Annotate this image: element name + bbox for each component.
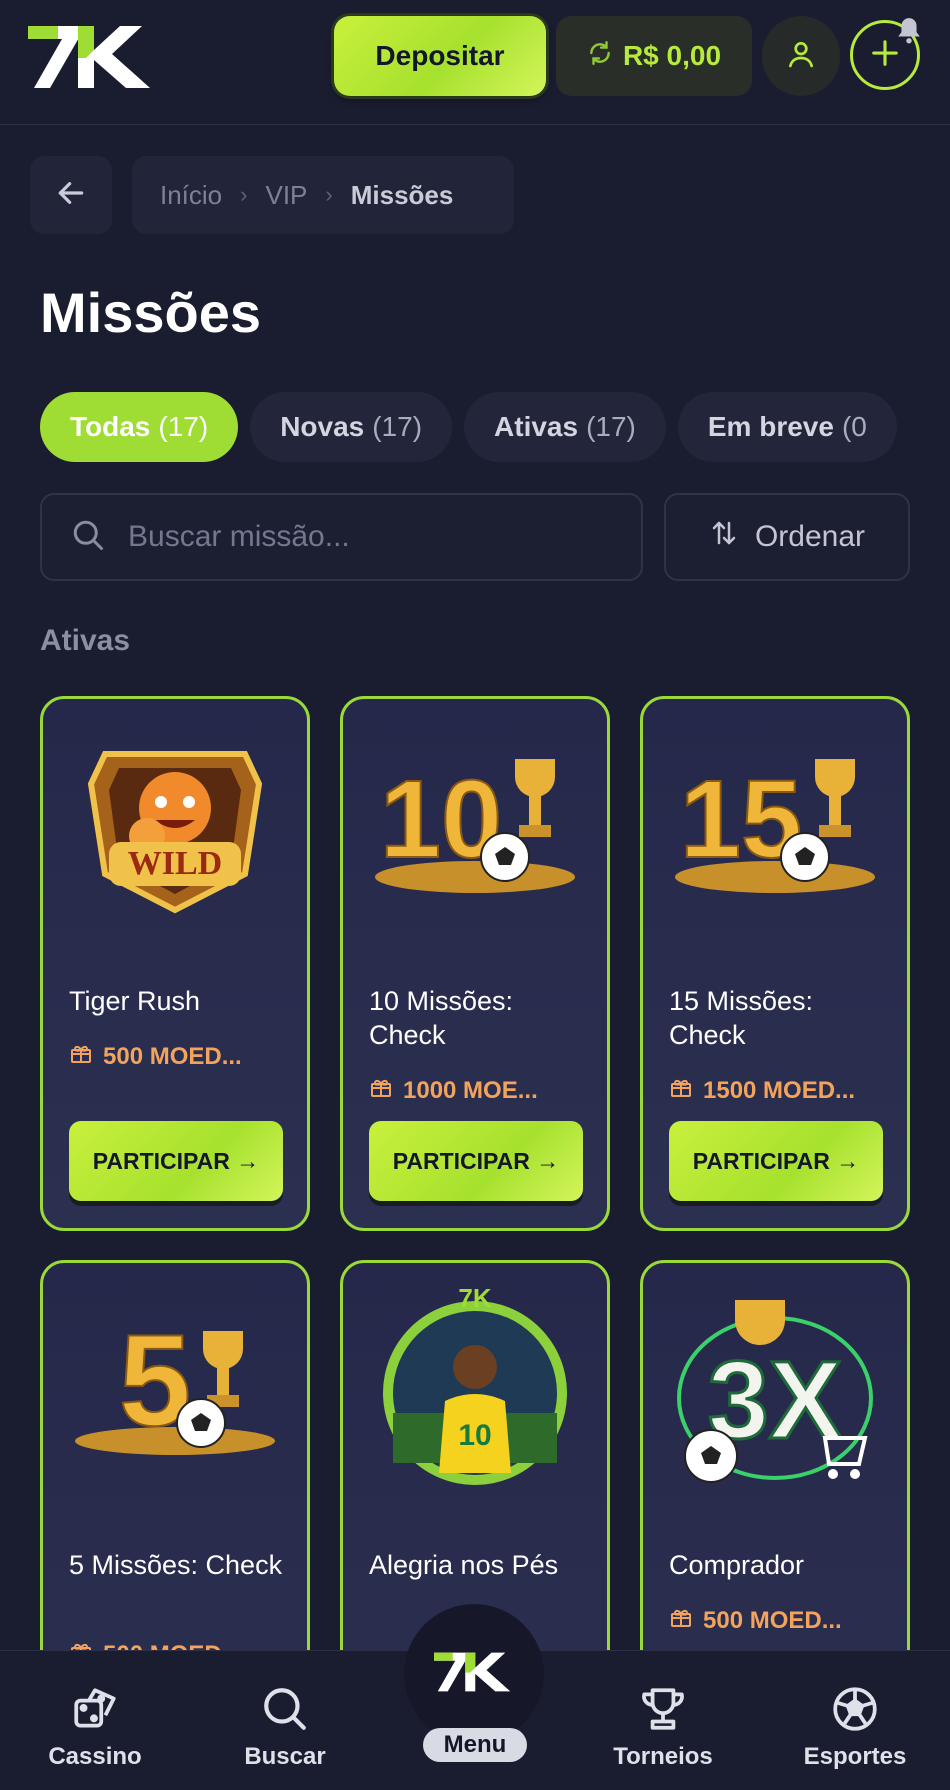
arrow-left-icon	[55, 177, 87, 214]
nav-torneios[interactable]: Torneios	[588, 1681, 738, 1771]
chevron-right-icon: ›	[325, 182, 333, 207]
menu-button[interactable]	[404, 1604, 544, 1744]
mission-title: 15 Missões: Check	[669, 986, 814, 1050]
balance-button[interactable]: R$ 0,00	[556, 16, 752, 96]
reward-text: 500 MOED...	[703, 1606, 842, 1634]
reward-text: 1000 MOE...	[403, 1076, 538, 1104]
brand-logo-icon	[434, 1652, 514, 1697]
page-title: Missões	[40, 281, 261, 344]
gift-icon	[369, 1075, 393, 1106]
tab-count: (0	[841, 411, 867, 442]
nav-label: Buscar	[244, 1743, 326, 1770]
mission-image: WILD	[43, 699, 307, 949]
mission-title: Comprador	[669, 1550, 805, 1580]
section-label: Ativas	[40, 624, 131, 657]
sort-icon	[709, 518, 739, 556]
user-icon	[785, 38, 817, 75]
participate-label: PARTICIPAR →	[692, 1147, 860, 1174]
dice-icon	[20, 1681, 170, 1737]
mission-image: 3X	[643, 1263, 907, 1513]
logo-text: 7K	[458, 1283, 491, 1313]
gift-icon	[69, 1041, 93, 1072]
nav-cassino[interactable]: Cassino	[20, 1681, 170, 1771]
tab-label: Em breve	[707, 411, 834, 442]
breadcrumb-home[interactable]: Início	[160, 180, 222, 211]
nav-label: Torneios	[613, 1743, 713, 1770]
mission-image: 10 7K	[343, 1263, 607, 1513]
participate-button[interactable]: PARTICIPAR →	[369, 1121, 583, 1201]
participate-button[interactable]: PARTICIPAR →	[69, 1121, 283, 1201]
sort-button[interactable]: Ordenar	[664, 493, 910, 581]
tab-label: Ativas	[494, 411, 579, 442]
bell-icon[interactable]	[896, 16, 922, 49]
refresh-icon	[587, 40, 613, 73]
mission-image: 10	[343, 699, 607, 949]
trophy-icon	[588, 1681, 738, 1737]
mission-image: 15	[643, 699, 907, 949]
search-box	[40, 493, 643, 581]
mission-reward: 1000 MOE...	[369, 1075, 538, 1106]
nav-label: Esportes	[803, 1743, 907, 1770]
search-icon	[70, 517, 106, 558]
mission-reward: 500 MOED...	[669, 1605, 842, 1636]
mission-card-10-missoes[interactable]: 10 10 Missões: Check 1000 MOE... PARTICI…	[340, 696, 610, 1231]
nav-buscar[interactable]: Buscar	[210, 1681, 360, 1771]
nav-esportes[interactable]: Esportes	[780, 1681, 930, 1771]
menu-label[interactable]: Menu	[423, 1728, 527, 1762]
balance-value: R$ 0,00	[622, 40, 722, 71]
nav-label: Cassino	[48, 1743, 142, 1770]
reward-text: 1500 MOED...	[703, 1076, 856, 1104]
tab-todas[interactable]: Todas (17)	[40, 392, 239, 462]
user-button[interactable]	[762, 16, 840, 96]
jersey-number: 10	[458, 1419, 491, 1452]
tab-count: (17)	[372, 411, 423, 442]
brand-logo[interactable]	[28, 26, 156, 88]
top-header: Depositar R$ 0,00	[0, 0, 950, 125]
breadcrumb-vip[interactable]: VIP	[265, 180, 307, 211]
chevron-right-icon: ›	[240, 182, 248, 207]
tab-count: (17)	[158, 411, 209, 442]
participate-label: PARTICIPAR →	[92, 1147, 260, 1174]
breadcrumb: Início › VIP › Missões	[132, 156, 514, 234]
search-icon	[210, 1681, 360, 1737]
mission-image: 5	[43, 1263, 307, 1513]
soccer-ball-icon	[780, 1681, 930, 1737]
mission-title: Alegria nos Pés	[369, 1550, 559, 1580]
mission-card-tiger-rush[interactable]: WILD Tiger Rush 500 MOED... PARTICIPAR →	[40, 696, 310, 1231]
gift-icon	[669, 1075, 693, 1106]
mission-reward: 500 MOED...	[69, 1041, 242, 1072]
tab-label: Todas	[70, 411, 151, 442]
sort-label: Ordenar	[754, 520, 866, 553]
tab-count: (17)	[586, 411, 636, 442]
tab-label: Novas	[280, 411, 365, 442]
mission-title: 5 Missões: Check	[69, 1550, 283, 1580]
tab-em-breve[interactable]: Em breve (0	[677, 392, 897, 462]
mission-title: Tiger Rush	[69, 986, 201, 1016]
mission-title: 10 Missões: Check	[369, 986, 514, 1050]
participate-button[interactable]: PARTICIPAR →	[669, 1121, 883, 1201]
tab-novas[interactable]: Novas (17)	[250, 392, 453, 462]
wild-text: WILD	[128, 845, 222, 882]
filter-tabs: Todas (17) Novas (17) Ativas (17) Em bre…	[40, 392, 910, 464]
breadcrumb-current: Missões	[350, 179, 454, 210]
mission-card-15-missoes[interactable]: 15 15 Missões: Check 1500 MOED... PARTIC…	[640, 696, 910, 1231]
reward-text: 500 MOED...	[103, 1042, 242, 1070]
participate-label: PARTICIPAR →	[392, 1147, 560, 1174]
search-input[interactable]	[128, 520, 588, 554]
mission-reward: 1500 MOED...	[669, 1075, 855, 1106]
tab-ativas[interactable]: Ativas (17)	[464, 392, 666, 462]
gift-icon	[669, 1605, 693, 1636]
back-button[interactable]	[30, 156, 112, 234]
deposit-button[interactable]: Depositar	[334, 16, 546, 96]
